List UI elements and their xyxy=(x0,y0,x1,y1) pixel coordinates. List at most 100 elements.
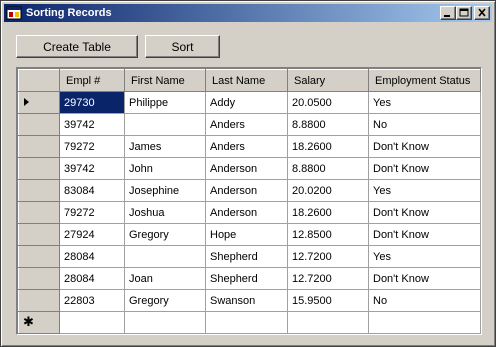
grid-cell[interactable]: 12.8500 xyxy=(287,223,369,246)
grid-cell[interactable] xyxy=(124,113,206,136)
column-header-empl[interactable]: Empl # xyxy=(59,69,125,92)
grid-cell[interactable]: 79272 xyxy=(59,135,125,158)
row-header[interactable] xyxy=(18,289,60,312)
grid-cell[interactable]: 83084 xyxy=(59,179,125,202)
new-row[interactable]: ✱ xyxy=(18,311,481,334)
grid-cell[interactable]: 12.7200 xyxy=(287,267,369,290)
table-row[interactable]: 28084 Shepherd 12.7200 Yes xyxy=(18,245,481,268)
row-header[interactable] xyxy=(18,223,60,246)
grid-cell[interactable]: Joshua xyxy=(124,201,206,224)
table-row[interactable]: 79272 James Anders 18.2600 Don't Know xyxy=(18,135,481,158)
grid-cell[interactable]: 18.2600 xyxy=(287,201,369,224)
app-form-icon[interactable] xyxy=(6,5,22,21)
row-header[interactable] xyxy=(18,113,60,136)
grid-cell[interactable]: 20.0500 xyxy=(287,91,369,114)
grid-cell[interactable]: Swanson xyxy=(205,289,288,312)
grid-cell[interactable]: Gregory xyxy=(124,289,206,312)
grid-cell[interactable]: Josephine xyxy=(124,179,206,202)
grid-cell[interactable]: 15.9500 xyxy=(287,289,369,312)
grid-cell[interactable]: Yes xyxy=(368,179,481,202)
new-row-cell[interactable] xyxy=(287,311,369,334)
row-header[interactable] xyxy=(18,201,60,224)
row-header[interactable] xyxy=(18,267,60,290)
grid-cell[interactable]: 27924 xyxy=(59,223,125,246)
new-row-cell[interactable] xyxy=(59,311,125,334)
grid-cell[interactable]: 28084 xyxy=(59,245,125,268)
grid-cell[interactable]: 79272 xyxy=(59,201,125,224)
close-button[interactable] xyxy=(474,6,490,20)
records-grid[interactable]: Empl # First Name Last Name Salary Emplo… xyxy=(16,67,482,335)
grid-corner-header[interactable] xyxy=(18,69,60,92)
row-header[interactable] xyxy=(18,245,60,268)
grid-cell[interactable]: Anders xyxy=(205,113,288,136)
grid-cell[interactable]: 18.2600 xyxy=(287,135,369,158)
column-header-salary[interactable]: Salary xyxy=(287,69,369,92)
grid-cell[interactable]: Yes xyxy=(368,245,481,268)
new-row-cell[interactable] xyxy=(368,311,481,334)
maximize-button[interactable] xyxy=(456,6,472,20)
grid-cell[interactable]: Shepherd xyxy=(205,267,288,290)
grid-cell[interactable]: Don't Know xyxy=(368,267,481,290)
table-row[interactable]: 39742 Anders 8.8800 No xyxy=(18,113,481,136)
grid-cell[interactable]: Anderson xyxy=(205,201,288,224)
column-header-last-name[interactable]: Last Name xyxy=(205,69,288,92)
grid-cell[interactable]: John xyxy=(124,157,206,180)
column-header-employment-status[interactable]: Employment Status xyxy=(368,69,481,92)
table-row[interactable]: 83084 Josephine Anderson 20.0200 Yes xyxy=(18,179,481,202)
grid-cell[interactable] xyxy=(124,245,206,268)
new-row-cell[interactable] xyxy=(124,311,206,334)
grid-cell[interactable]: Don't Know xyxy=(368,135,481,158)
grid-header-row: Empl # First Name Last Name Salary Emplo… xyxy=(18,69,481,92)
table-row[interactable]: 29730 Philippe Addy 20.0500 Yes xyxy=(18,91,481,114)
grid-cell[interactable]: 39742 xyxy=(59,113,125,136)
new-row-cell[interactable] xyxy=(205,311,288,334)
grid-cell[interactable]: 20.0200 xyxy=(287,179,369,202)
close-icon xyxy=(478,8,486,17)
grid-cell[interactable]: 8.8800 xyxy=(287,113,369,136)
grid-cell[interactable]: Hope xyxy=(205,223,288,246)
table-row[interactable]: 79272 Joshua Anderson 18.2600 Don't Know xyxy=(18,201,481,224)
app-window: Sorting Records Create Table Sort Empl #… xyxy=(0,0,496,347)
grid-cell[interactable]: Shepherd xyxy=(205,245,288,268)
grid-cell[interactable]: 8.8800 xyxy=(287,157,369,180)
row-header[interactable] xyxy=(18,135,60,158)
grid-cell[interactable]: Philippe xyxy=(124,91,206,114)
grid-cell[interactable]: Joan xyxy=(124,267,206,290)
grid-cell[interactable]: Anders xyxy=(205,135,288,158)
create-table-button[interactable]: Create Table xyxy=(16,35,138,58)
row-header[interactable]: ✱ xyxy=(18,311,60,334)
grid-cell[interactable]: Don't Know xyxy=(368,157,481,180)
grid-cell[interactable]: Anderson xyxy=(205,179,288,202)
grid-cell[interactable]: 28084 xyxy=(59,267,125,290)
grid-cell[interactable]: No xyxy=(368,289,481,312)
minimize-icon xyxy=(444,15,450,17)
window-title: Sorting Records xyxy=(26,7,112,19)
grid-cell[interactable]: No xyxy=(368,113,481,136)
grid-cell[interactable]: Don't Know xyxy=(368,223,481,246)
row-header[interactable] xyxy=(18,157,60,180)
grid-cell[interactable]: 39742 xyxy=(59,157,125,180)
table-row[interactable]: 22803 Gregory Swanson 15.9500 No xyxy=(18,289,481,312)
row-header[interactable] xyxy=(18,91,60,114)
minimize-button[interactable] xyxy=(440,6,456,20)
maximize-icon xyxy=(459,8,469,17)
grid-cell[interactable]: James xyxy=(124,135,206,158)
records-table: Empl # First Name Last Name Salary Emplo… xyxy=(18,69,481,334)
grid-cell[interactable]: Anderson xyxy=(205,157,288,180)
table-row[interactable]: 39742 John Anderson 8.8800 Don't Know xyxy=(18,157,481,180)
table-row[interactable]: 28084 Joan Shepherd 12.7200 Don't Know xyxy=(18,267,481,290)
grid-cell[interactable]: 29730 xyxy=(59,91,125,114)
grid-cell[interactable]: Don't Know xyxy=(368,201,481,224)
grid-cell[interactable]: Addy xyxy=(205,91,288,114)
grid-cell[interactable]: Gregory xyxy=(124,223,206,246)
row-header[interactable] xyxy=(18,179,60,202)
grid-cell[interactable]: 22803 xyxy=(59,289,125,312)
column-header-first-name[interactable]: First Name xyxy=(124,69,206,92)
grid-cell[interactable]: Yes xyxy=(368,91,481,114)
table-row[interactable]: 27924 Gregory Hope 12.8500 Don't Know xyxy=(18,223,481,246)
caption-buttons xyxy=(440,6,490,20)
new-row-asterisk-icon: ✱ xyxy=(23,314,34,329)
grid-cell[interactable]: 12.7200 xyxy=(287,245,369,268)
title-bar[interactable]: Sorting Records xyxy=(4,4,492,22)
sort-button[interactable]: Sort xyxy=(145,35,220,58)
